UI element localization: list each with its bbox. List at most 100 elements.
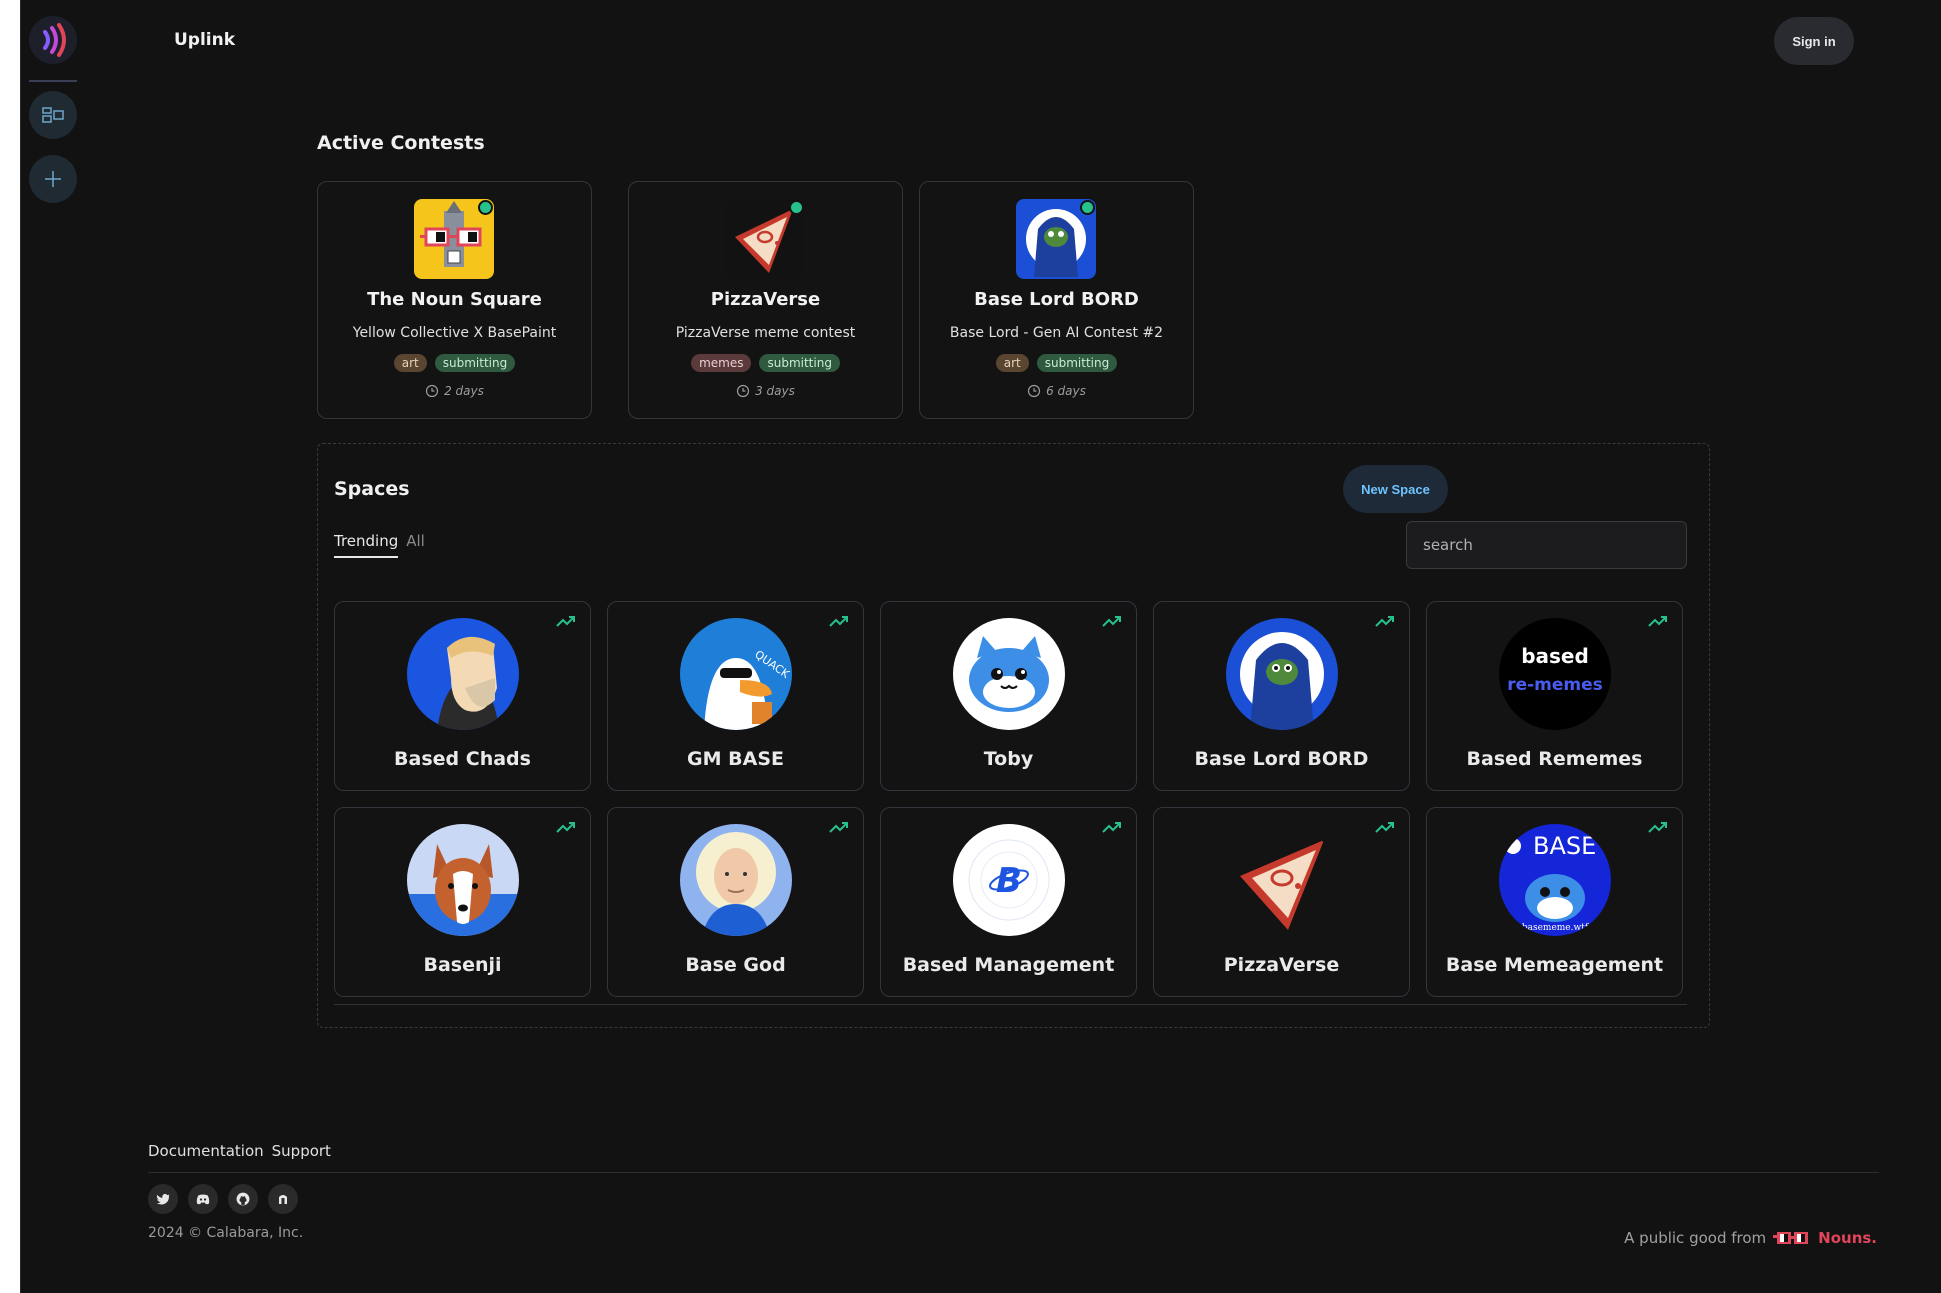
tag-submitting: submitting bbox=[434, 354, 516, 372]
clock-icon bbox=[426, 384, 439, 398]
spaces-divider bbox=[334, 1004, 1687, 1005]
space-name: Basenji bbox=[423, 954, 502, 976]
space-name: Base God bbox=[685, 954, 786, 976]
uplink-logo-icon[interactable] bbox=[29, 16, 77, 64]
plus-icon bbox=[45, 171, 61, 187]
trending-icon bbox=[829, 822, 848, 833]
trending-icon bbox=[1102, 822, 1121, 833]
contest-tags: memes submitting bbox=[629, 354, 902, 372]
base-god-avatar bbox=[680, 824, 792, 936]
brand-title[interactable]: Uplink bbox=[174, 30, 235, 50]
contest-description: PizzaVerse meme contest bbox=[675, 325, 856, 341]
documentation-link[interactable]: Documentation bbox=[148, 1142, 264, 1160]
base-lord-avatar bbox=[1226, 618, 1338, 730]
contest-description: Yellow Collective X BasePaint bbox=[352, 325, 557, 341]
support-link[interactable]: Support bbox=[272, 1142, 331, 1160]
contest-name: PizzaVerse bbox=[710, 289, 821, 310]
layout-icon bbox=[42, 107, 64, 123]
tag-submitting: submitting bbox=[1036, 354, 1118, 372]
app-root: Uplink Sign in Active Contests The Noun … bbox=[20, 0, 1941, 1293]
clock-icon bbox=[1028, 384, 1041, 398]
space-card[interactable]: Basenji bbox=[334, 807, 591, 997]
public-good-text: A public good from bbox=[1624, 1229, 1767, 1247]
live-indicator bbox=[478, 200, 493, 215]
space-card[interactable]: based re-memes Based Rememes bbox=[1426, 601, 1683, 791]
contest-time-label: 2 days bbox=[444, 384, 484, 398]
space-name: Based Chads bbox=[394, 748, 531, 770]
sidebar bbox=[21, 0, 83, 1293]
contest-card[interactable]: Base Lord BORD Base Lord - Gen AI Contes… bbox=[919, 181, 1194, 419]
space-card[interactable]: B Based Management bbox=[880, 807, 1137, 997]
contest-time-label: 6 days bbox=[1046, 384, 1086, 398]
spaces-section: Spaces New Space Trending All Based Chad… bbox=[317, 443, 1710, 1028]
space-name: Based Rememes bbox=[1466, 748, 1643, 770]
trending-icon bbox=[556, 616, 575, 627]
live-indicator bbox=[1080, 200, 1095, 215]
search-input[interactable] bbox=[1406, 521, 1687, 569]
space-card[interactable]: Base Lord BORD bbox=[1153, 601, 1410, 791]
contest-time: 3 days bbox=[629, 384, 902, 398]
footer-divider bbox=[148, 1172, 1879, 1173]
footer-links: Documentation Support bbox=[148, 1142, 331, 1160]
rememes-top-text: based bbox=[1521, 644, 1589, 668]
add-space-button[interactable] bbox=[29, 155, 77, 203]
active-contests-title: Active Contests bbox=[317, 132, 485, 154]
basenji-avatar bbox=[407, 824, 519, 936]
sign-in-button[interactable]: Sign in bbox=[1774, 17, 1854, 65]
contest-name: The Noun Square bbox=[367, 289, 542, 310]
public-good-credit: A public good from Nouns. bbox=[1624, 1229, 1877, 1247]
trending-icon bbox=[1375, 822, 1394, 833]
contest-card[interactable]: The Noun Square Yellow Collective X Base… bbox=[317, 181, 592, 419]
clock-icon bbox=[737, 384, 750, 398]
space-name: GM BASE bbox=[687, 748, 784, 770]
rememes-bottom-text: re-memes bbox=[1507, 675, 1603, 695]
tag-art: art bbox=[995, 354, 1029, 372]
tab-trending[interactable]: Trending bbox=[334, 532, 399, 558]
contest-time: 6 days bbox=[920, 384, 1193, 398]
live-indicator bbox=[789, 200, 804, 215]
tag-art: art bbox=[393, 354, 427, 372]
space-name: Based Management bbox=[902, 954, 1115, 976]
svg-text:B: B bbox=[996, 861, 1022, 901]
sidebar-divider bbox=[29, 80, 77, 82]
nouns-link[interactable]: Nouns. bbox=[1818, 1229, 1877, 1247]
github-icon[interactable] bbox=[228, 1184, 258, 1214]
basememe-url-text: basememe.wtf bbox=[1522, 923, 1589, 933]
copyright-text: 2024 © Calabara, Inc. bbox=[148, 1225, 304, 1241]
rememes-avatar: based re-memes bbox=[1499, 618, 1611, 730]
space-name: PizzaVerse bbox=[1223, 954, 1340, 976]
contest-name: Base Lord BORD bbox=[974, 289, 1139, 310]
duck-avatar: QUACK bbox=[680, 618, 792, 730]
contest-tags: art submitting bbox=[318, 354, 591, 372]
space-name: Base Lord BORD bbox=[1194, 748, 1369, 770]
social-links bbox=[148, 1184, 298, 1214]
pizza-avatar bbox=[1226, 824, 1338, 936]
twitter-icon[interactable] bbox=[148, 1184, 178, 1214]
contest-time: 2 days bbox=[318, 384, 591, 398]
trending-icon bbox=[1648, 822, 1667, 833]
contest-tags: art submitting bbox=[920, 354, 1193, 372]
space-card[interactable]: Base God bbox=[607, 807, 864, 997]
chad-avatar bbox=[407, 618, 519, 730]
space-name: Toby bbox=[983, 748, 1034, 770]
contest-description: Base Lord - Gen AI Contest #2 bbox=[949, 325, 1164, 341]
discord-icon[interactable] bbox=[188, 1184, 218, 1214]
tag-submitting: submitting bbox=[759, 354, 840, 372]
new-space-button[interactable]: New Space bbox=[1343, 465, 1448, 513]
space-card[interactable]: QUACK GM BASE bbox=[607, 601, 864, 791]
space-card[interactable]: BASE basememe.wtf Base Memeagement bbox=[1426, 807, 1683, 997]
contest-card[interactable]: PizzaVerse PizzaVerse meme contest memes… bbox=[628, 181, 903, 419]
space-card[interactable]: Toby bbox=[880, 601, 1137, 791]
space-card[interactable]: Based Chads bbox=[334, 601, 591, 791]
space-card[interactable]: PizzaVerse bbox=[1153, 807, 1410, 997]
tab-all[interactable]: All bbox=[406, 532, 425, 558]
nouns-icon[interactable] bbox=[268, 1184, 298, 1214]
spaces-nav-button[interactable] bbox=[29, 91, 77, 139]
contest-time-label: 3 days bbox=[755, 384, 795, 398]
toby-avatar bbox=[953, 618, 1065, 730]
trending-icon bbox=[1102, 616, 1121, 627]
based-b-avatar: B bbox=[953, 824, 1065, 936]
trending-icon bbox=[556, 822, 575, 833]
trending-icon bbox=[829, 616, 848, 627]
spaces-title: Spaces bbox=[334, 478, 410, 500]
